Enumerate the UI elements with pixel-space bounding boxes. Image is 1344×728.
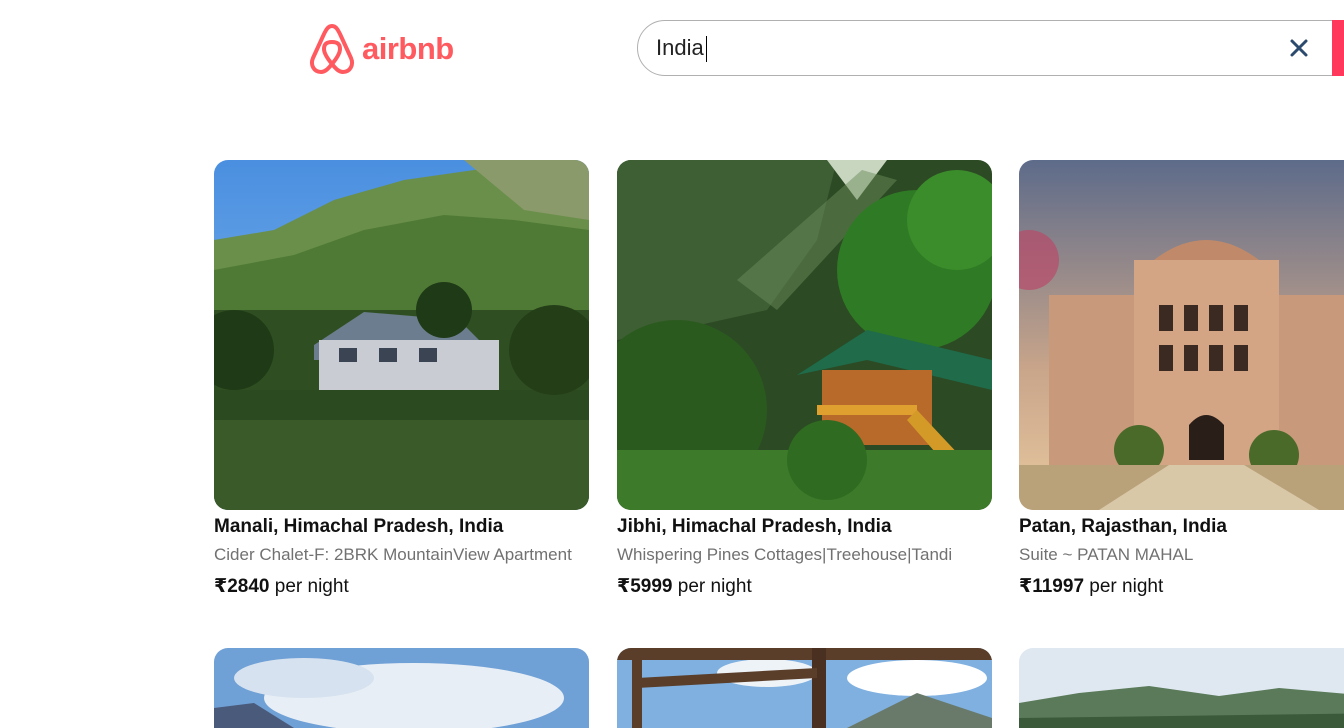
listing-location: Manali, Himachal Pradesh, India [214, 516, 504, 537]
close-icon [1290, 39, 1308, 57]
listing-price: ₹11997 [1019, 576, 1085, 597]
listing-card[interactable]: Manali, Himachal Pradesh, India Cider Ch… [214, 160, 589, 598]
listing-card[interactable]: Patan, Rajasthan, India Suite ~ PATAN MA… [1019, 160, 1344, 598]
clear-search-button[interactable] [1287, 36, 1311, 60]
listing-name: Suite ~ PATAN MAHAL [1019, 545, 1194, 564]
search-bar[interactable] [637, 20, 1344, 76]
listing-card[interactable] [617, 648, 992, 728]
listing-photo-mountains [1019, 648, 1344, 728]
listing-price-row: ₹2840 per night [214, 575, 589, 598]
listing-photo[interactable] [214, 160, 589, 510]
listing-photo[interactable] [1019, 648, 1344, 728]
listing-photo-treehouse [617, 160, 992, 510]
listing-photo-palace [1019, 160, 1344, 510]
listing-location: Patan, Rajasthan, India [1019, 516, 1227, 537]
price-suffix: per night [274, 576, 349, 597]
listing-card[interactable] [1019, 648, 1344, 728]
listing-photo[interactable] [617, 648, 992, 728]
listing-photo[interactable] [214, 648, 589, 728]
text-caret [706, 36, 707, 62]
listing-photo-chalet [214, 160, 589, 510]
listing-price-row: ₹11997 per night [1019, 575, 1344, 598]
listing-card[interactable] [214, 648, 589, 728]
search-button[interactable] [1332, 20, 1344, 76]
listing-photo[interactable] [617, 160, 992, 510]
logo-text: airbnb [362, 31, 454, 66]
header: airbnb [0, 0, 1344, 100]
airbnb-logo-icon [310, 24, 354, 74]
price-suffix: per night [1089, 576, 1164, 597]
listing-price-row: ₹5999 per night [617, 575, 992, 598]
airbnb-logo[interactable]: airbnb [308, 23, 454, 75]
listing-price: ₹2840 [214, 576, 270, 597]
listing-card[interactable]: Jibhi, Himachal Pradesh, India Whisperin… [617, 160, 992, 598]
listing-location: Jibhi, Himachal Pradesh, India [617, 516, 892, 537]
search-input[interactable] [656, 29, 1276, 67]
listing-name: Cider Chalet-F: 2BRK MountainView Apartm… [214, 545, 572, 564]
price-suffix: per night [677, 576, 752, 597]
listing-photo-window [617, 648, 992, 728]
listing-price: ₹5999 [617, 576, 673, 597]
listing-name: Whispering Pines Cottages|Treehouse|Tand… [617, 545, 953, 564]
listing-photo[interactable] [1019, 160, 1344, 510]
listing-photo-sky [214, 648, 589, 728]
